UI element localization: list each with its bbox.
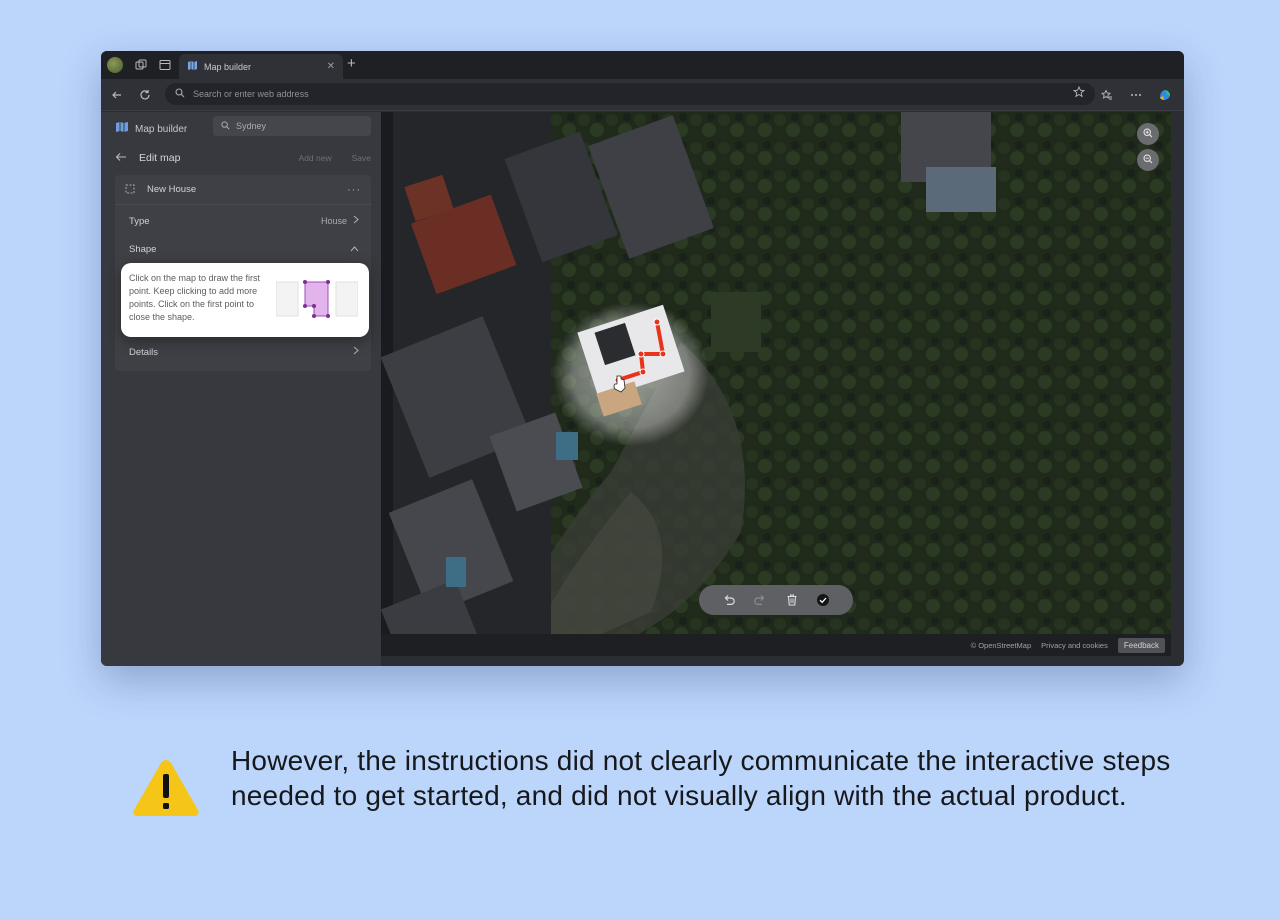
zoom-out-button[interactable] [1137,149,1159,171]
chevron-right-icon [353,346,359,358]
redo-icon[interactable] [751,591,769,609]
favorites-icon[interactable] [1100,88,1114,102]
chevron-right-icon [353,215,359,227]
zoom-in-button[interactable] [1137,123,1159,145]
url-input[interactable]: Search or enter web address [165,83,1095,105]
undo-icon[interactable] [720,591,738,609]
tab-actions-icon[interactable] [157,57,173,73]
selection-icon [125,181,135,199]
map-icon [115,120,129,138]
item-name: New House [147,184,197,195]
app-title: Map builder [135,123,188,135]
new-tab-button[interactable]: + [347,55,356,73]
edit-map-header: Edit map Add new Save [115,150,371,166]
back-icon[interactable] [109,87,125,103]
satellite-map[interactable] [381,112,1171,656]
shape-label: Shape [129,243,157,255]
chevron-up-icon [350,243,359,255]
shape-illustration [276,280,358,318]
warning-icon [133,760,199,816]
tab-title: Map builder [204,61,252,72]
side-panel: Map builder Sydney Edit map Add new Save… [101,112,381,666]
tab-map-builder[interactable]: Map builder ✕ [179,54,343,79]
drawing-toolbar [699,585,853,615]
shape-row[interactable]: Shape [115,235,371,263]
favorite-add-icon[interactable] [1072,85,1086,103]
details-label: Details [129,346,159,358]
search-icon [175,85,185,103]
map-footer: © OpenStreetMap Privacy and cookies Feed… [381,634,1171,656]
trash-icon[interactable] [783,591,801,609]
details-row[interactable]: Details [115,338,371,366]
refresh-icon[interactable] [137,87,153,103]
collections-icon[interactable] [133,57,149,73]
shape-instructions-popup: Click on the map to draw the first point… [121,263,369,337]
more-icon[interactable] [1129,88,1143,102]
shape-instructions-text: Click on the map to draw the first point… [129,273,261,322]
edit-map-title: Edit map [139,152,181,164]
map-imagery [381,112,1171,656]
add-new-button[interactable]: Add new [299,153,332,163]
url-placeholder: Search or enter web address [193,89,309,99]
tab-close-icon[interactable]: ✕ [327,61,335,72]
privacy-link[interactable]: Privacy and cookies [1041,641,1108,650]
search-value: Sydney [236,121,267,131]
item-header: New House ··· [115,175,371,205]
type-value: House [320,216,347,226]
profile-avatar[interactable] [107,57,123,73]
search-icon [221,117,230,135]
browser-window: Map builder ✕ + Search or enter web addr… [101,51,1184,666]
caption-text: However, the instructions did not clearl… [231,745,1171,811]
save-button[interactable]: Save [352,153,371,163]
type-row[interactable]: Type House [115,207,371,235]
tab-bar: Map builder ✕ + [101,51,1184,79]
copilot-icon[interactable] [1158,88,1172,102]
app-header: Map builder [115,120,187,138]
map-icon [187,58,198,76]
back-arrow-icon[interactable] [115,149,127,167]
osm-attribution[interactable]: © OpenStreetMap [971,641,1032,650]
zoom-out-icon [1143,151,1153,169]
location-search-input[interactable]: Sydney [213,116,371,136]
zoom-in-icon [1143,125,1153,143]
check-icon[interactable] [814,591,832,609]
type-label: Type [129,215,150,227]
item-more-button[interactable]: ··· [347,184,361,196]
feedback-button[interactable]: Feedback [1117,637,1165,653]
address-bar: Search or enter web address [101,79,1184,111]
